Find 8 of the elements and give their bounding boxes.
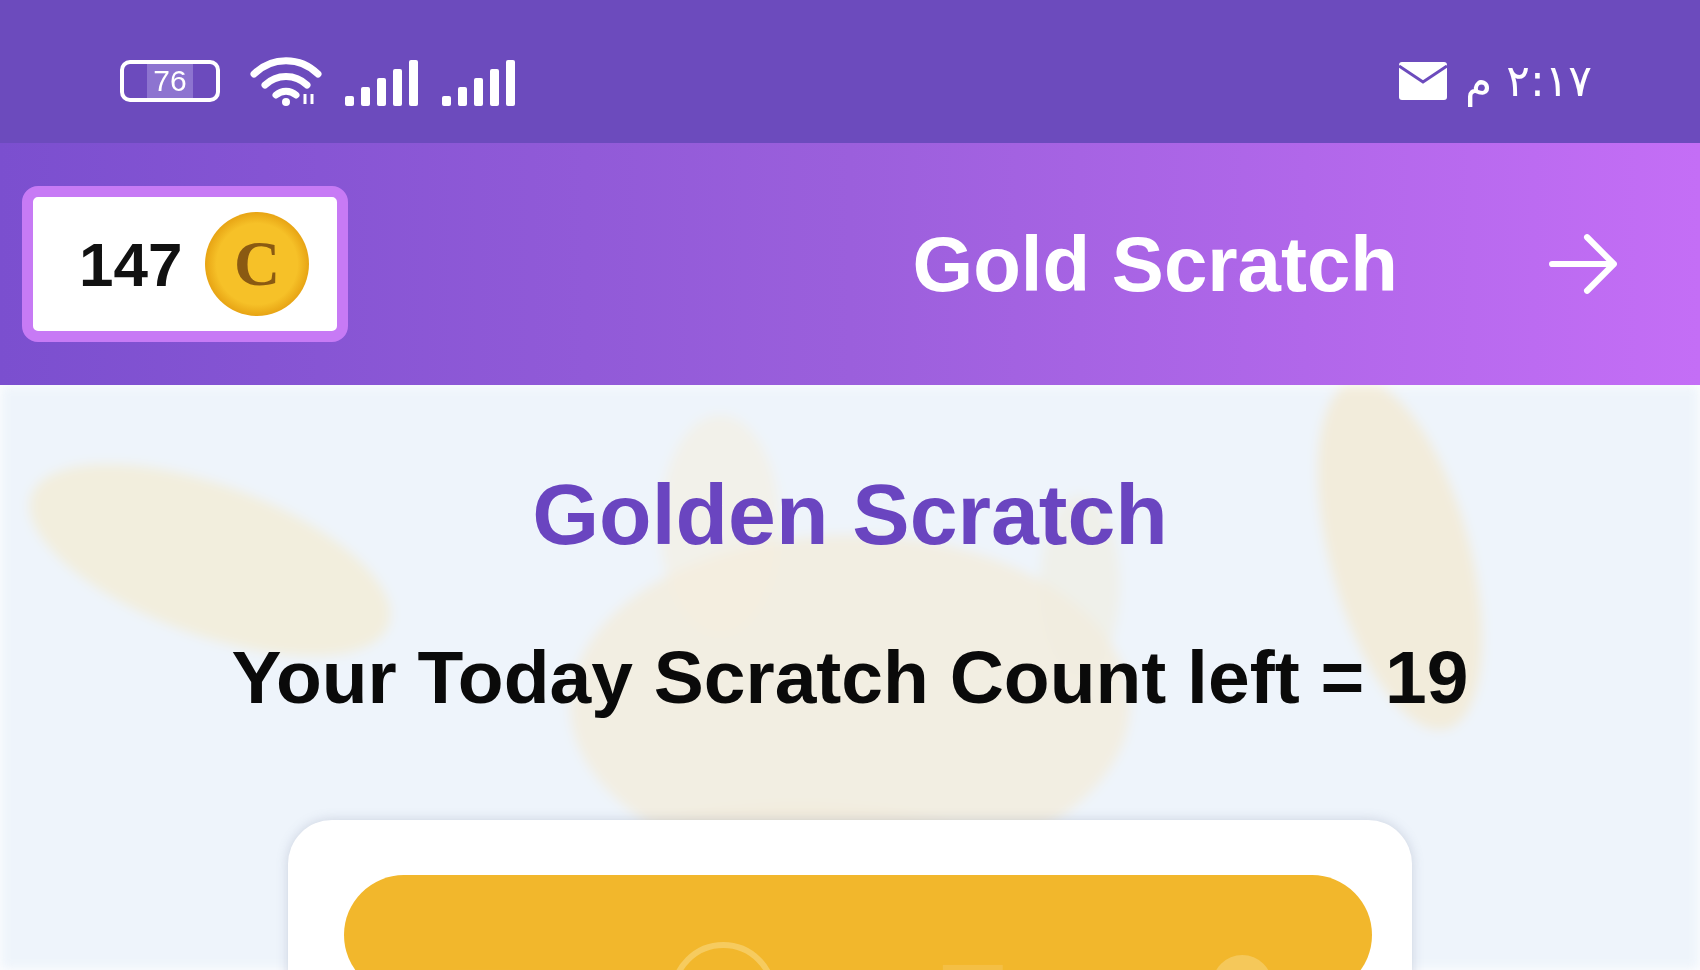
coin-count: 147 (79, 228, 183, 300)
forward-button[interactable] (1548, 232, 1620, 296)
wifi-icon (250, 55, 322, 106)
battery-icon: 76 (120, 59, 220, 102)
status-time: ٢:١٧ م (1465, 55, 1592, 106)
mail-icon (1399, 61, 1448, 100)
page-title: Gold Scratch (912, 218, 1398, 310)
coin-icon: C (205, 212, 309, 316)
